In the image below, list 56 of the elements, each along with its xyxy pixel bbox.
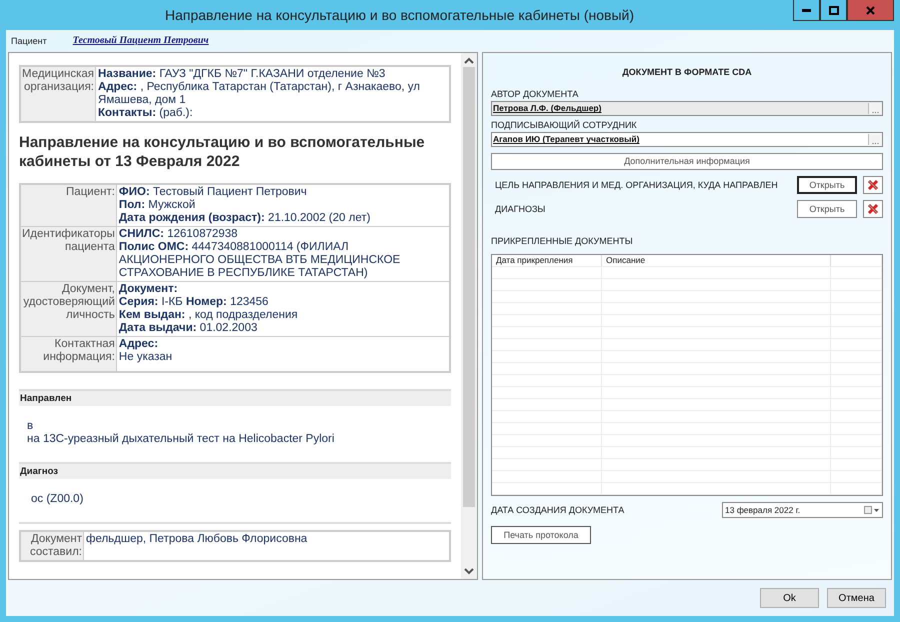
scrollbar[interactable]	[461, 52, 477, 579]
maximize-icon[interactable]	[828, 6, 838, 14]
field-label: ДАТА СОЗДАНИЯ ДОКУМЕНТА	[491, 504, 624, 515]
field-label: ПОДПИСЫВАЮЩИЙ СОТРУДНИК	[491, 120, 638, 130]
dialog-button[interactable]: Отмена	[827, 588, 886, 608]
section-title: Направлен	[19, 388, 451, 406]
section-text: в	[27, 420, 34, 433]
row-label: Документ составил:	[20, 530, 84, 561]
delete-icon	[867, 202, 879, 215]
patient-label: Пациент	[11, 36, 47, 46]
field-label: АВТОР ДОКУМЕНТА	[491, 88, 580, 99]
row-label: Медицинская организация:	[20, 66, 96, 122]
item-label: ДИАГНОЗЫ	[494, 204, 546, 214]
row-label: Пациент:	[20, 184, 116, 226]
field-value: ФИО: Тестовый Пациент Петрович	[118, 186, 308, 199]
patient-link[interactable]: Тестовый Пациент Петрович	[72, 35, 209, 46]
column-header[interactable]: Описание	[602, 254, 831, 266]
field-value: Не указан	[118, 350, 174, 364]
date-picker[interactable]: 13 февраля 2022 г.	[722, 502, 883, 518]
row-label: Документ, удостоверяющий личность	[20, 281, 116, 336]
field-value: Дата выдачи: 01.02.2003	[118, 322, 258, 335]
lookup-field[interactable]: Агапов ИЮ (Терапевт участковый)	[491, 132, 883, 147]
open-button[interactable]: Открыть	[797, 176, 857, 194]
field-value: Полис ОМС: 4447340881000114 (ФИЛИАЛ АКЦИОНЕРНОГО ОБЩЕСТВА ВТБ МЕДИЦИНСКОЕ СТРАХОВАНИЕ В РЕСПУБЛИКЕ ТАТАРСТАН)	[118, 240, 402, 280]
field-value: Серия: I-КБ Номер: 123456	[118, 296, 270, 309]
close-icon[interactable]	[866, 6, 875, 14]
field-value: фельдшер, Петрова Любовь Флорисовна	[86, 532, 308, 546]
print-button[interactable]: Печать протокола	[491, 526, 591, 544]
section-text: на 13С-уреазный дыхательный тест на Helicobacter Pylori	[27, 432, 336, 446]
field-value: Дата рождения (возраст): 21.10.2002 (20 лет)	[118, 212, 372, 225]
open-button[interactable]: Открыть	[797, 200, 857, 218]
field-value: Название: ГАУЗ "ДГКБ №7" Г.КАЗАНИ отделение №3	[98, 68, 386, 81]
dialog-button[interactable]: Ok	[760, 588, 819, 608]
section-title: Диагноз	[19, 462, 451, 479]
delete-icon	[867, 178, 879, 191]
calendar-dropdown-icon	[864, 506, 880, 514]
row-label: Контактная информация:	[20, 336, 116, 372]
row-label: Идентификаторы пациента	[20, 226, 116, 282]
field-value: Пол: Мужской	[118, 198, 196, 212]
field-value: Адрес:	[118, 338, 160, 351]
column-header[interactable]: Дата прикрепления	[492, 254, 602, 266]
section-label: ПРИКРЕПЛЕННЫЕ ДОКУМЕНТЫ	[491, 236, 634, 246]
field-value: Кем выдан: , код подразделения	[118, 308, 299, 322]
additional-info-button[interactable]: Дополнительная информация	[491, 152, 883, 170]
section-text: ос (Z00.0)	[31, 492, 84, 506]
field-value: Адрес: , Республика Татарстан (Татарстан), г Азнакаево, ул Ямашева, дом 1	[98, 80, 422, 107]
minimize-icon[interactable]	[802, 8, 811, 12]
window-title: Направление на консультацию и во вспомогательные кабинеты (новый)	[164, 7, 636, 23]
panel-title: ДОКУМЕНТ В ФОРМАТЕ CDA	[621, 66, 753, 77]
delete-button[interactable]	[863, 176, 883, 194]
document-heading: Направление на консультацию и во вспомогательные кабинеты от 13 Февраля 2022	[19, 132, 426, 171]
field-value: Документ:	[118, 282, 179, 296]
delete-button[interactable]	[863, 200, 883, 218]
item-label: ЦЕЛЬ НАПРАВЛЕНИЯ И МЕД. ОРГАНИЗАЦИЯ, КУДА НАПРАВЛЕН	[494, 180, 779, 190]
field-value: Контакты: (раб.):	[98, 106, 194, 120]
field-value: СНИЛС: 12610872938	[118, 228, 239, 241]
